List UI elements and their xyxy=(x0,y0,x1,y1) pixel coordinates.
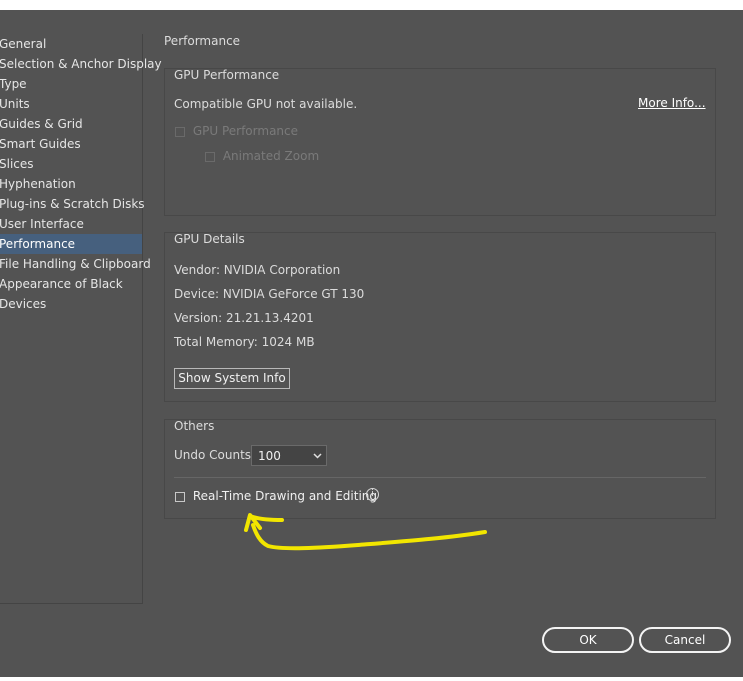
bottom-edge xyxy=(0,677,743,681)
info-icon[interactable]: i xyxy=(366,488,379,501)
gpu-details-heading: GPU Details xyxy=(174,232,245,246)
gpu-performance-checkbox-row[interactable]: GPU Performance xyxy=(175,124,298,138)
others-divider xyxy=(174,477,706,478)
preferences-sidebar: General Selection & Anchor Display Type … xyxy=(0,34,162,604)
sidebar-item-type[interactable]: Type xyxy=(0,74,142,94)
cancel-button[interactable]: Cancel xyxy=(639,627,731,653)
ok-button[interactable]: OK xyxy=(542,627,634,653)
sidebar-item-general[interactable]: General xyxy=(0,34,142,54)
page-title: Performance xyxy=(164,34,241,48)
realtime-drawing-checkbox-row[interactable]: Real-Time Drawing and Editing xyxy=(175,489,377,503)
animated-zoom-checkbox[interactable] xyxy=(205,151,215,162)
others-heading: Others xyxy=(174,419,215,433)
gpu-vendor-text: Vendor: NVIDIA Corporation xyxy=(174,263,341,277)
top-edge xyxy=(0,0,743,10)
gpu-performance-checkbox-label: GPU Performance xyxy=(192,124,299,138)
undo-counts-select[interactable]: 100 xyxy=(251,445,327,466)
sidebar-item-plugins-scratch-disks[interactable]: Plug-ins & Scratch Disks xyxy=(0,194,145,214)
undo-counts-value: 100 xyxy=(258,449,281,463)
sidebar-item-file-handling-clipboard[interactable]: File Handling & Clipboard xyxy=(0,254,151,274)
realtime-drawing-label: Real-Time Drawing and Editing xyxy=(192,489,378,503)
undo-counts-label: Undo Counts: xyxy=(174,448,256,462)
animated-zoom-label: Animated Zoom xyxy=(222,149,320,163)
sidebar-item-hyphenation[interactable]: Hyphenation xyxy=(0,174,142,194)
gpu-performance-checkbox[interactable] xyxy=(175,126,185,137)
sidebar-item-slices[interactable]: Slices xyxy=(0,154,142,174)
sidebar-item-devices[interactable]: Devices xyxy=(0,294,142,314)
realtime-drawing-checkbox[interactable] xyxy=(175,491,185,502)
sidebar-item-user-interface[interactable]: User Interface xyxy=(0,214,142,234)
sidebar-item-units[interactable]: Units xyxy=(0,94,142,114)
gpu-device-text: Device: NVIDIA GeForce GT 130 xyxy=(174,287,365,301)
chevron-down-icon xyxy=(313,453,322,459)
sidebar-item-appearance-of-black[interactable]: Appearance of Black xyxy=(0,274,142,294)
annotation-arrow-icon xyxy=(244,513,487,551)
animated-zoom-checkbox-row[interactable]: Animated Zoom xyxy=(205,149,319,163)
sidebar-item-smart-guides[interactable]: Smart Guides xyxy=(0,134,142,154)
sidebar-item-guides-grid[interactable]: Guides & Grid xyxy=(0,114,142,134)
gpu-memory-text: Total Memory: 1024 MB xyxy=(174,335,315,349)
gpu-version-text: Version: 21.21.13.4201 xyxy=(174,311,314,325)
more-info-link[interactable]: More Info... xyxy=(638,96,706,110)
gpu-performance-heading: GPU Performance xyxy=(174,68,280,82)
others-group xyxy=(164,419,716,519)
gpu-performance-group xyxy=(164,68,716,216)
gpu-status-text: Compatible GPU not available. xyxy=(174,97,358,111)
show-system-info-button[interactable]: Show System Info xyxy=(174,368,290,389)
sidebar-item-performance[interactable]: Performance xyxy=(0,234,142,254)
sidebar-item-selection-anchor-display[interactable]: Selection & Anchor Display xyxy=(0,54,162,74)
